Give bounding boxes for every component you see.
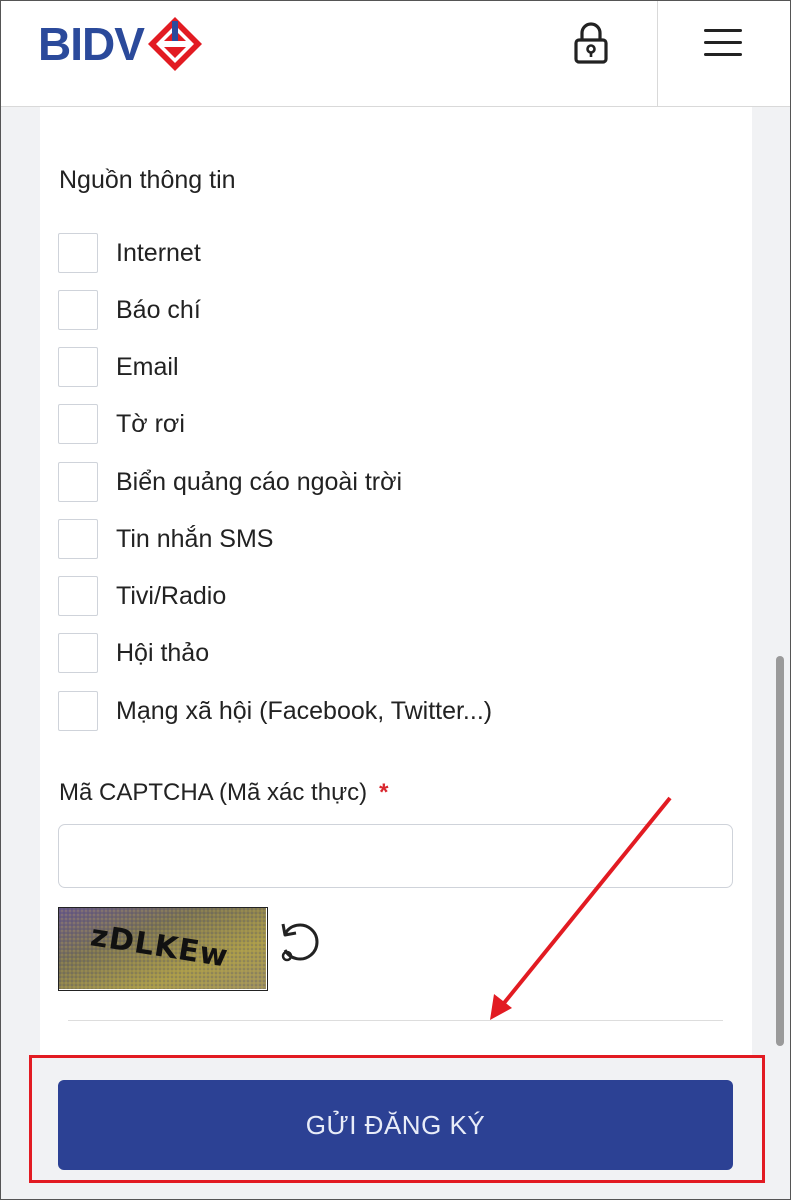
captcha-input[interactable] bbox=[58, 824, 733, 888]
bidv-logo[interactable]: BIDV bbox=[38, 14, 204, 74]
top-header: BIDV bbox=[0, 0, 791, 107]
captcha-label: Mã CAPTCHA (Mã xác thực) * bbox=[59, 779, 388, 807]
source-checkbox-label: Biển quảng cáo ngoài trời bbox=[116, 467, 403, 496]
source-checkbox-label: Hội thảo bbox=[116, 638, 210, 667]
source-checkbox[interactable] bbox=[58, 404, 98, 444]
scrollbar[interactable] bbox=[776, 656, 784, 1046]
source-checkbox-label: Tờ rơi bbox=[116, 409, 185, 438]
source-checkbox[interactable] bbox=[58, 519, 98, 559]
source-section-title: Nguồn thông tin bbox=[59, 166, 236, 194]
source-checkbox[interactable] bbox=[58, 290, 98, 330]
source-option[interactable]: Mạng xã hội (Facebook, Twitter...) bbox=[58, 690, 492, 732]
source-option[interactable]: Báo chí bbox=[58, 289, 201, 331]
source-checkbox-label: Tin nhắn SMS bbox=[116, 524, 274, 553]
source-option[interactable]: Tivi/Radio bbox=[58, 575, 226, 617]
source-checkbox[interactable] bbox=[58, 233, 98, 273]
source-checkbox-label: Email bbox=[116, 352, 179, 381]
lock-icon bbox=[574, 22, 608, 64]
source-option[interactable]: Email bbox=[58, 346, 179, 388]
source-checkbox-label: Internet bbox=[116, 238, 201, 267]
login-lock-button[interactable] bbox=[568, 20, 614, 66]
menu-bar-top bbox=[704, 29, 742, 32]
header-divider bbox=[657, 0, 658, 107]
source-option[interactable]: Tờ rơi bbox=[58, 403, 185, 445]
bidv-diamond-logo-icon bbox=[147, 17, 202, 71]
source-checkbox[interactable] bbox=[58, 633, 98, 673]
source-checkbox[interactable] bbox=[58, 347, 98, 387]
source-checkbox-label: Báo chí bbox=[116, 295, 201, 324]
captcha-label-text: Mã CAPTCHA (Mã xác thực) bbox=[59, 779, 368, 806]
form-divider bbox=[68, 1020, 723, 1021]
captcha-refresh-button[interactable] bbox=[275, 916, 325, 966]
source-checkbox[interactable] bbox=[58, 462, 98, 502]
source-checkbox[interactable] bbox=[58, 691, 98, 731]
source-option[interactable]: Biển quảng cáo ngoài trời bbox=[58, 461, 402, 503]
required-asterisk: * bbox=[379, 779, 389, 806]
menu-bar-bottom bbox=[704, 53, 742, 56]
source-checkbox[interactable] bbox=[58, 576, 98, 616]
refresh-icon bbox=[281, 923, 319, 962]
hamburger-menu-button[interactable] bbox=[700, 22, 746, 62]
source-option[interactable]: Internet bbox=[58, 232, 201, 274]
source-option[interactable]: Hội thảo bbox=[58, 632, 209, 674]
submit-registration-button[interactable]: GỬI ĐĂNG KÝ bbox=[58, 1080, 733, 1170]
logo-text: BIDV bbox=[38, 18, 145, 70]
menu-bar-middle bbox=[704, 41, 742, 44]
source-checkbox-label: Tivi/Radio bbox=[116, 581, 227, 610]
captcha-image: zDLKEw bbox=[58, 907, 268, 991]
source-option[interactable]: Tin nhắn SMS bbox=[58, 518, 273, 560]
source-checkbox-label: Mạng xã hội (Facebook, Twitter...) bbox=[116, 696, 493, 725]
